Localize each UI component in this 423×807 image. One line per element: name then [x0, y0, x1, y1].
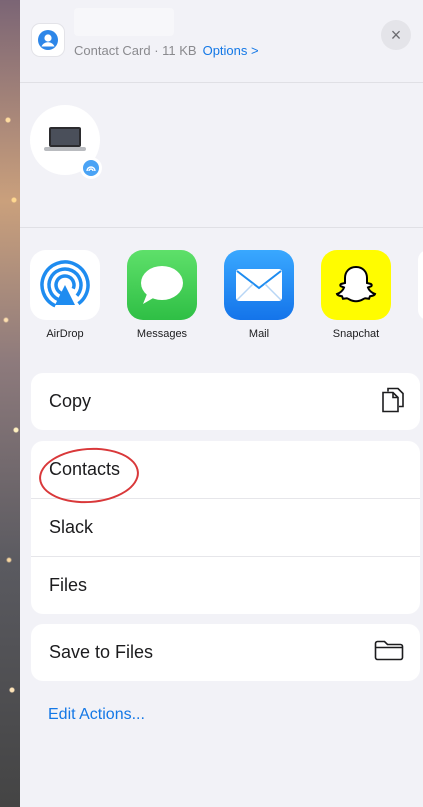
action-save-to-files[interactable]: Save to Files: [31, 624, 420, 681]
edit-actions-link[interactable]: Edit Actions...: [48, 706, 145, 724]
app-airdrop[interactable]: AirDrop: [30, 250, 100, 340]
app-label: Mail: [248, 328, 270, 340]
messages-icon: [127, 250, 197, 320]
file-info: Contact Card · 11 KB: [74, 43, 197, 58]
contact-name-redacted: [74, 8, 174, 36]
app-snapchat[interactable]: Snapchat: [321, 250, 391, 340]
share-header: Contact Card · 11 KB Options > ×: [20, 0, 423, 83]
snapchat-icon: [321, 250, 391, 320]
airdrop-badge-icon: [80, 157, 102, 179]
more-apps-peek[interactable]: [418, 250, 423, 320]
app-label: Messages: [136, 328, 188, 340]
action-label: Files: [49, 575, 88, 595]
action-files[interactable]: Files: [31, 556, 420, 614]
share-subtitle: Contact Card · 11 KB Options >: [74, 43, 259, 58]
action-label: Copy: [49, 391, 92, 411]
airdrop-icon: [30, 250, 100, 320]
action-copy[interactable]: Copy: [31, 373, 420, 430]
app-mail[interactable]: Mail: [224, 250, 294, 340]
action-slack[interactable]: Slack: [31, 498, 420, 556]
action-group-copy: Copy: [31, 373, 420, 430]
laptop-icon: [44, 127, 86, 151]
mail-icon: [224, 250, 294, 320]
contacts-app-icon: [32, 24, 64, 56]
copy-icon: [382, 386, 404, 417]
share-sheet: Contact Card · 11 KB Options > × AirDrop…: [20, 0, 423, 807]
app-label: AirDrop: [46, 328, 84, 340]
close-icon: ×: [390, 24, 402, 45]
action-label: Slack: [49, 517, 94, 537]
background-wallpaper: [0, 0, 22, 807]
app-messages[interactable]: Messages: [127, 250, 197, 340]
folder-icon: [374, 639, 404, 666]
action-group-apps: Contacts Slack Files: [31, 441, 420, 614]
app-label: Snapchat: [332, 328, 380, 340]
action-label: Save to Files: [49, 642, 154, 662]
airdrop-people-row: [20, 83, 423, 228]
options-link[interactable]: Options >: [203, 43, 259, 58]
share-apps-row: AirDrop Messages Mail Snapchat: [20, 228, 423, 358]
action-group-save: Save to Files: [31, 624, 420, 681]
close-button[interactable]: ×: [381, 20, 411, 50]
